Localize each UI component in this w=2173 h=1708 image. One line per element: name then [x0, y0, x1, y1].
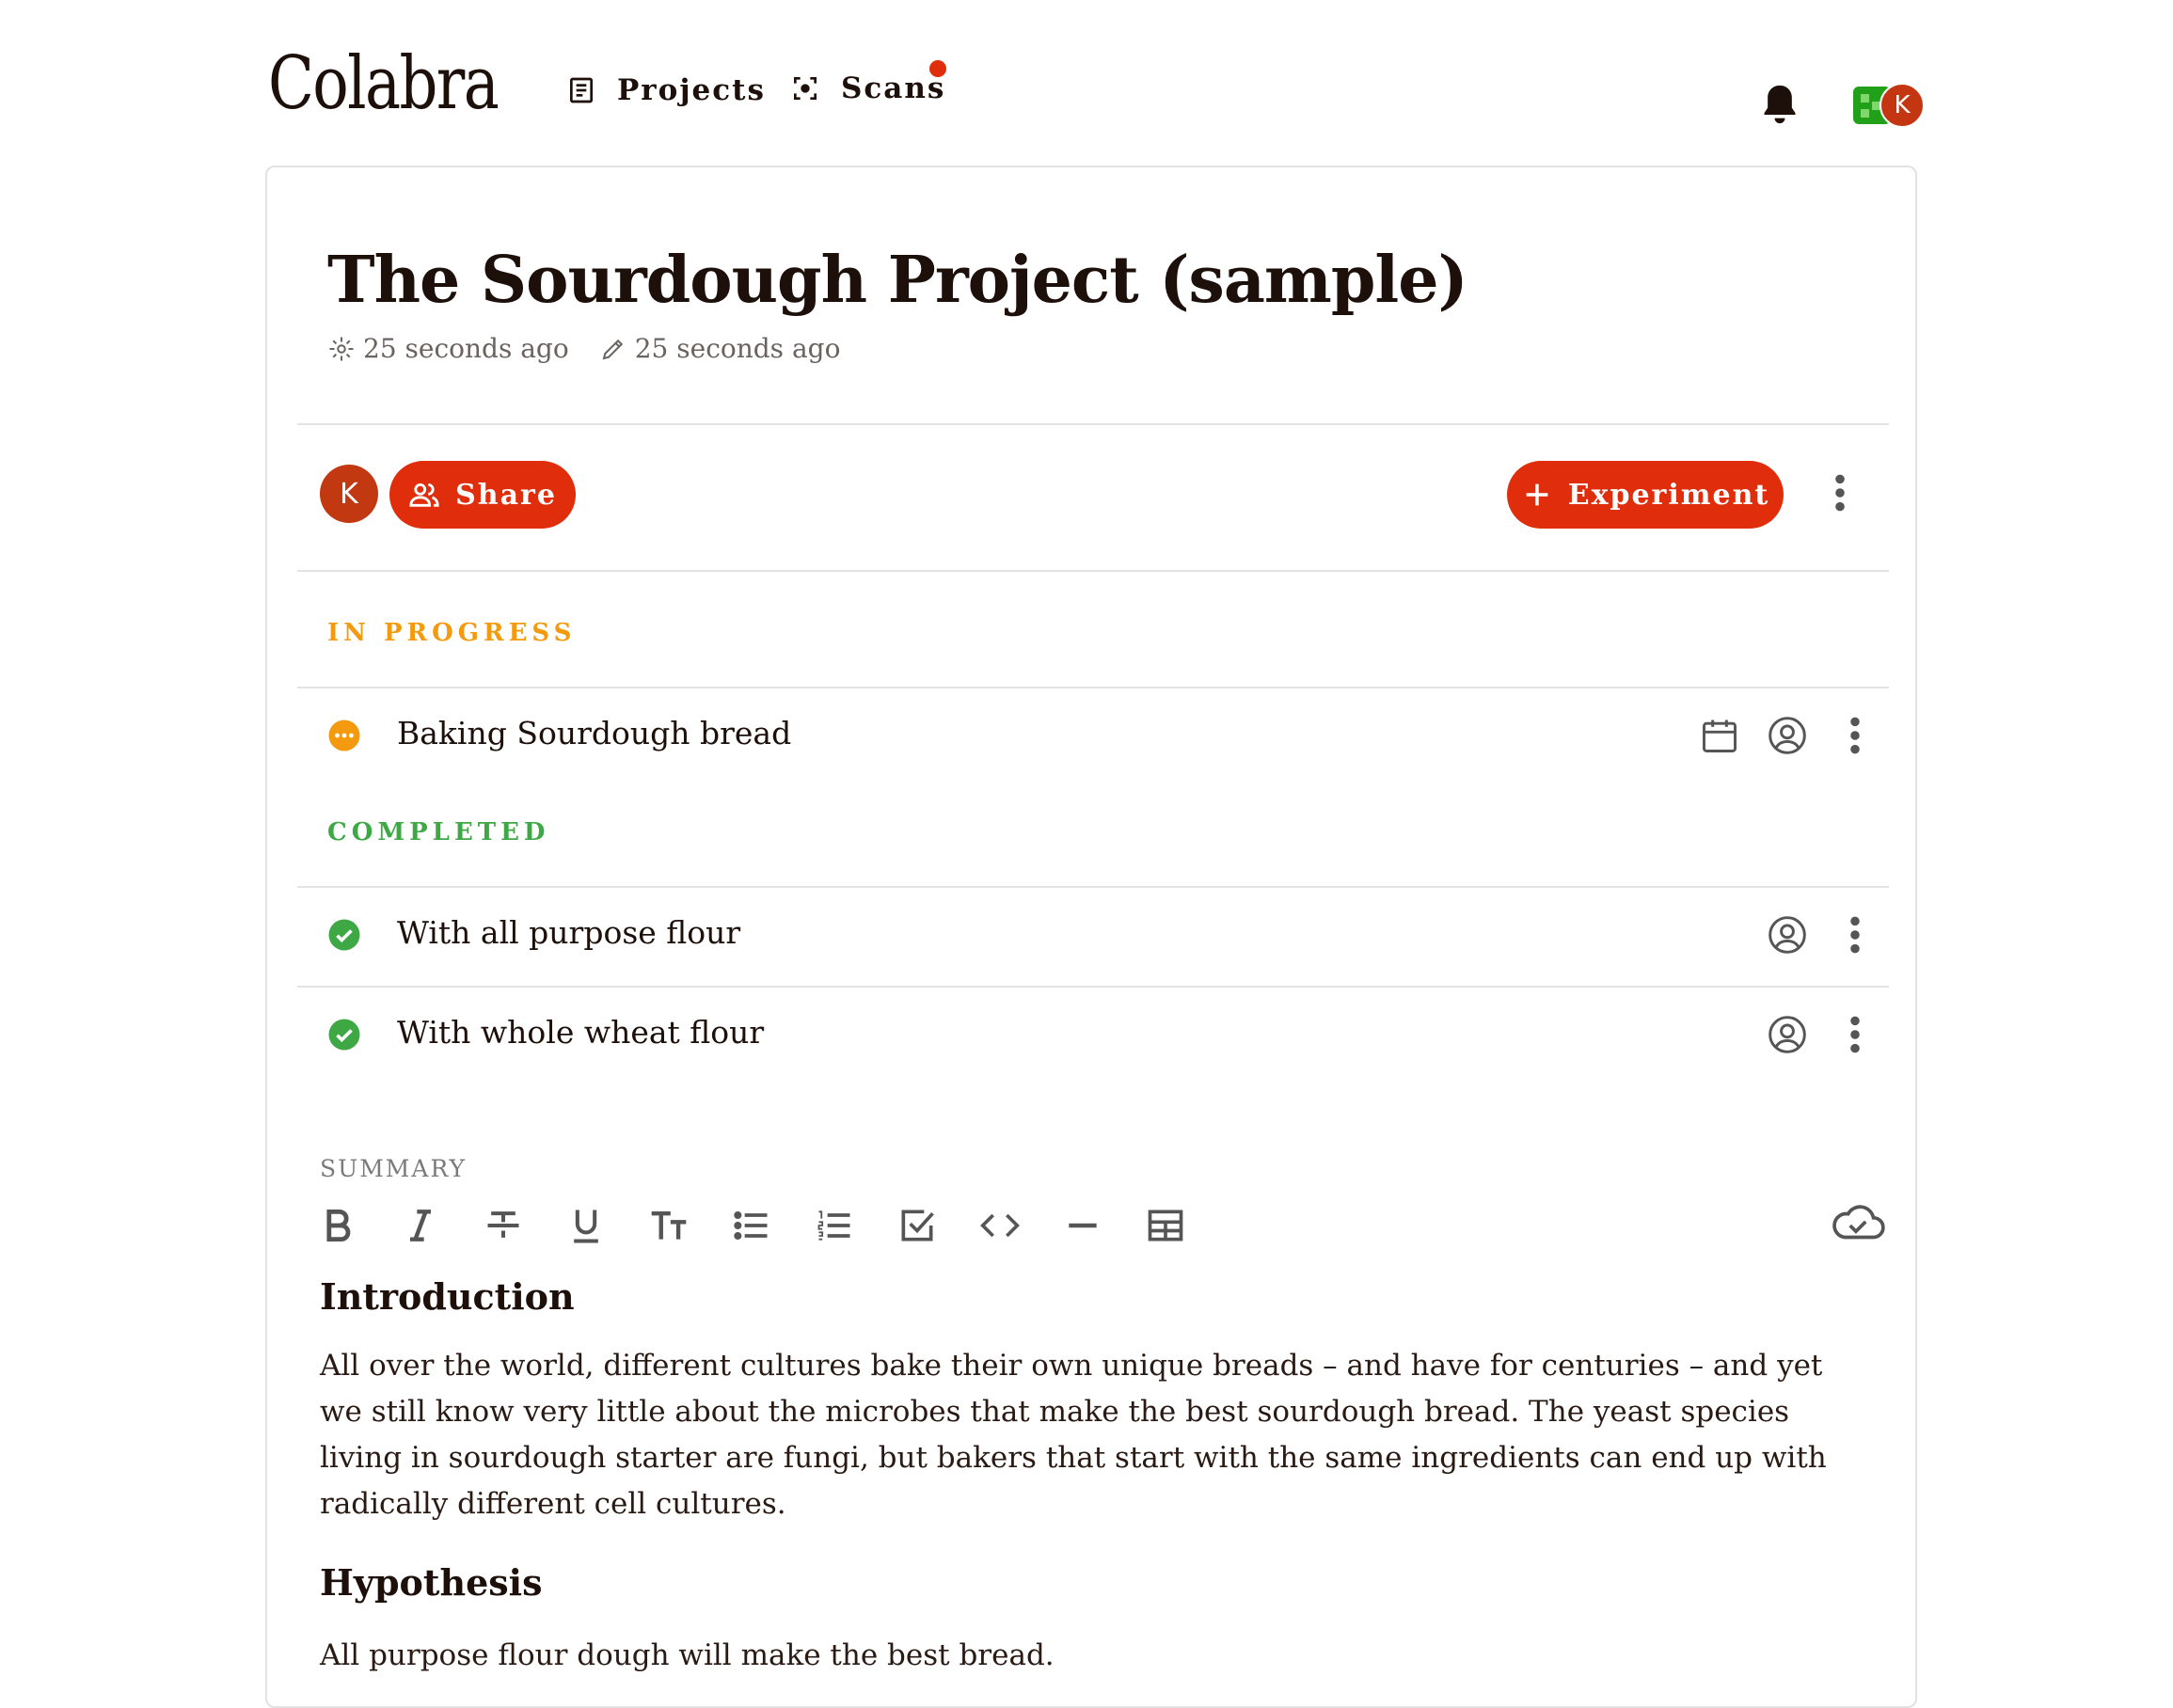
summary-label: SUMMARY [320, 1155, 468, 1182]
nav-scans[interactable]: Scans [790, 70, 945, 107]
scans-notification-dot [929, 60, 946, 77]
text-size-icon [651, 1210, 687, 1240]
experiment-row[interactable]: Baking Sourdough bread [297, 688, 1889, 783]
users-icon [409, 482, 439, 507]
top-navigation-bar: Colabra Projects Scans K [0, 0, 2173, 165]
row-more-icon[interactable] [1846, 715, 1864, 756]
calendar-icon[interactable] [1699, 715, 1740, 756]
italic-button[interactable] [397, 1202, 444, 1249]
owner-avatar[interactable]: K [320, 465, 378, 523]
experiment-name: With all purpose flour [397, 914, 741, 951]
bullet-list-icon [734, 1210, 768, 1241]
user-avatar[interactable]: K [1853, 83, 1925, 128]
experiment-row[interactable]: With whole wheat flour [297, 988, 1889, 1082]
colabra-logo[interactable]: Colabra [268, 41, 500, 126]
bell-icon[interactable] [1759, 81, 1800, 128]
underline-button[interactable] [563, 1202, 610, 1249]
hypothesis-paragraph[interactable]: All purpose flour dough will make the be… [320, 1633, 1863, 1679]
text-size-button[interactable] [645, 1202, 692, 1249]
editor-toolbar [314, 1194, 1876, 1260]
add-experiment-button[interactable]: Experiment [1507, 461, 1784, 529]
nav-scans-label: Scans [841, 71, 946, 105]
row-more-icon[interactable] [1846, 1014, 1864, 1055]
strikethrough-icon [487, 1211, 519, 1238]
page-title: The Sourdough Project (sample) [327, 243, 1468, 318]
user-initial: K [1880, 83, 1925, 128]
table-icon [1148, 1210, 1183, 1241]
pencil-icon [602, 339, 623, 359]
nav-projects[interactable]: Projects [566, 71, 766, 109]
document-icon [570, 77, 593, 103]
share-button[interactable]: Share [389, 461, 576, 529]
strikethrough-button[interactable] [480, 1202, 527, 1249]
checklist-icon [901, 1210, 934, 1241]
italic-icon [410, 1210, 431, 1241]
created-icon [329, 337, 354, 360]
intro-paragraph[interactable]: All over the world, different cultures b… [320, 1343, 1863, 1527]
scan-icon [794, 77, 817, 100]
divider-button[interactable] [1059, 1202, 1106, 1249]
numbered-list-button[interactable] [811, 1202, 858, 1249]
row-more-icon[interactable] [1846, 914, 1864, 956]
experiment-label: Experiment [1567, 478, 1770, 512]
experiment-row[interactable]: With all purpose flour [297, 888, 1889, 982]
in-progress-icon [328, 720, 360, 751]
experiment-name: With whole wheat flour [397, 1014, 765, 1051]
section-completed: COMPLETED [327, 818, 550, 846]
assignee-icon[interactable] [1767, 1014, 1808, 1055]
nav-projects-label: Projects [617, 73, 766, 107]
cloud-saved-icon [1832, 1205, 1885, 1240]
bullet-list-button[interactable] [728, 1202, 775, 1249]
section-in-progress: IN PROGRESS [327, 619, 577, 647]
intro-heading[interactable]: Introduction [320, 1275, 575, 1318]
share-label: Share [455, 478, 557, 512]
bold-button[interactable] [314, 1202, 361, 1249]
underline-icon [574, 1210, 598, 1243]
checklist-button[interactable] [894, 1202, 941, 1249]
plus-icon [1526, 483, 1548, 506]
assignee-icon[interactable] [1767, 715, 1808, 756]
code-icon [980, 1213, 1020, 1238]
created-time: 25 seconds ago [363, 333, 569, 364]
divider [297, 423, 1889, 425]
table-button[interactable] [1142, 1202, 1189, 1249]
project-more-icon[interactable] [1831, 472, 1849, 514]
divider-icon [1069, 1223, 1097, 1228]
hypothesis-heading[interactable]: Hypothesis [320, 1561, 542, 1604]
check-circle-icon [328, 919, 360, 951]
divider [297, 570, 1889, 572]
project-meta: 25 seconds ago 25 seconds ago [327, 333, 840, 364]
bold-icon [326, 1209, 351, 1242]
project-card: The Sourdough Project (sample) 25 second… [265, 166, 1917, 1708]
experiment-name: Baking Sourdough bread [397, 715, 792, 751]
numbered-list-icon [817, 1210, 850, 1241]
edited-time: 25 seconds ago [634, 333, 841, 364]
code-button[interactable] [976, 1202, 1023, 1249]
check-circle-icon [328, 1019, 360, 1051]
assignee-icon[interactable] [1767, 914, 1808, 956]
